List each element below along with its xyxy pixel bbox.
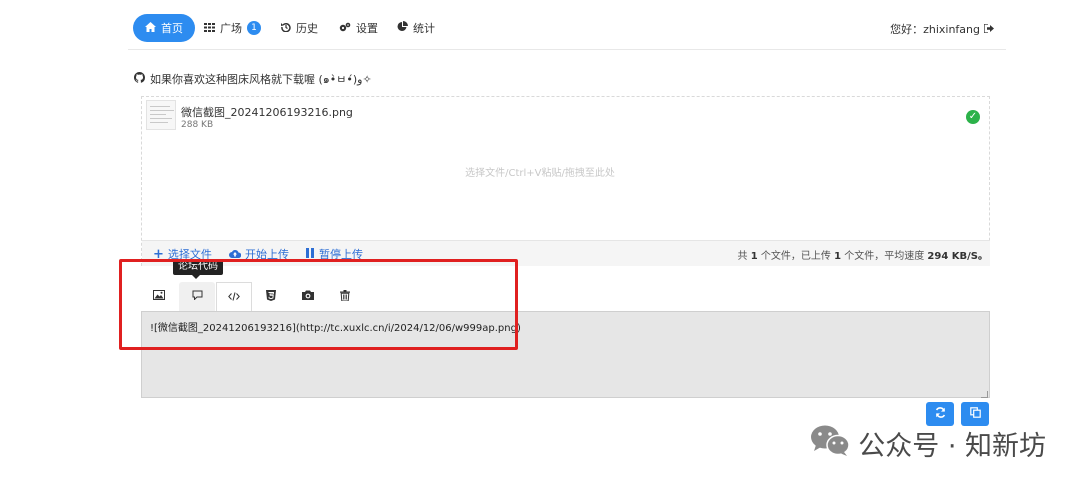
nav-history-label: 历史 — [296, 22, 318, 35]
user-greeting[interactable]: 您好：zhixinfang — [890, 21, 994, 37]
notification-badge: 1 — [247, 21, 261, 35]
nav-stats-label: 统计 — [413, 22, 435, 35]
logout-icon[interactable] — [983, 22, 994, 36]
dropzone-hint: 选择文件/Ctrl+V粘贴/拖拽至此处 — [465, 168, 615, 179]
nav-square-label: 广场 — [220, 22, 242, 35]
summary-speed: 294 KB/S。 — [927, 251, 988, 262]
upload-summary: 共 1 个文件，已上传 1 个文件，平均速度 294 KB/S。 — [738, 247, 988, 262]
nav-stats[interactable]: 统计 — [385, 14, 447, 42]
nav-home-label: 首页 — [161, 22, 183, 35]
wechat-watermark: 公众号 · 知新坊 — [810, 424, 1046, 463]
nav-home[interactable]: 首页 — [133, 14, 195, 42]
upload-success-icon: ✓ — [966, 110, 980, 124]
refresh-button[interactable] — [926, 402, 954, 426]
highlight-annotation-box — [119, 259, 518, 350]
summary-uploaded: 1 — [834, 251, 842, 262]
greeting-text: 您好：zhixinfang — [890, 23, 980, 36]
nav-settings-label: 设置 — [356, 22, 378, 35]
grid-icon — [204, 22, 215, 35]
summary-suffix: 个文件，平均速度 — [844, 251, 925, 262]
home-icon — [145, 21, 156, 35]
copy-button[interactable] — [961, 402, 989, 426]
wechat-icon — [810, 424, 850, 463]
file-thumbnail — [146, 100, 176, 130]
copy-icon — [969, 407, 981, 421]
watermark-text: 公众号 · 知新坊 — [858, 431, 1046, 462]
summary-prefix: 共 — [737, 251, 748, 262]
refresh-icon — [935, 407, 946, 421]
pie-chart-icon — [397, 21, 408, 35]
nav-square[interactable]: 广场 1 — [192, 14, 273, 42]
nav-settings[interactable]: 设置 — [327, 14, 390, 42]
github-icon — [134, 72, 145, 86]
download-notice[interactable]: 如果你喜欢这种图床风格就下载喔 (๑•̀ㅂ•́)و✧ — [134, 70, 372, 88]
nav-divider — [128, 49, 1006, 50]
notice-text: 如果你喜欢这种图床风格就下载喔 (๑•̀ㅂ•́)و✧ — [150, 73, 372, 86]
summary-mid: 个文件，已上传 — [760, 251, 831, 262]
file-name: 微信截图_20241206193216.png — [181, 106, 353, 119]
file-size: 288 KB — [181, 120, 214, 130]
history-icon — [281, 22, 291, 35]
resize-handle-icon[interactable] — [981, 391, 988, 398]
nav-history[interactable]: 历史 — [269, 14, 330, 42]
gear-icon — [339, 22, 351, 35]
summary-total: 1 — [750, 251, 758, 262]
